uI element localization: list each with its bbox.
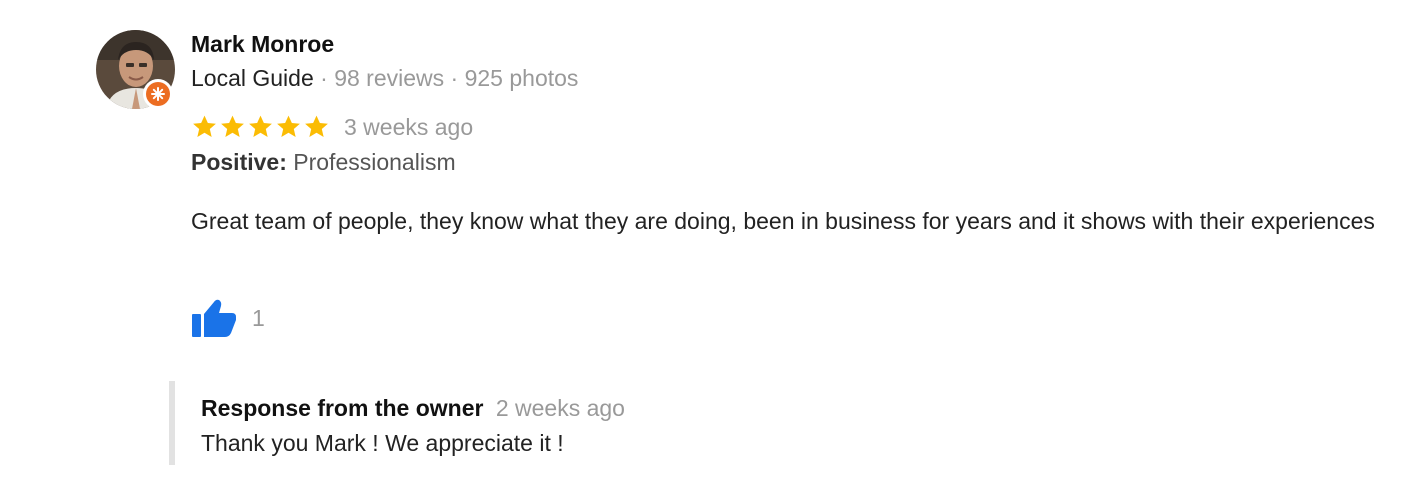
review-count: 98 reviews [334,65,445,91]
reviewer-meta: Local Guide · 98 reviews · 925 photos [191,65,578,92]
local-guide-badge [143,79,173,109]
local-guide-badge-icon [146,82,170,106]
star-icon [249,115,272,137]
star-icon [221,115,244,137]
attribute-value: Professionalism [293,149,456,175]
like-count: 1 [252,304,265,331]
response-header: Response from the owner 2 weeks ago [201,395,625,422]
star-rating [191,114,330,140]
owner-response: Response from the owner 2 weeks ago Than… [169,381,625,465]
rating-row: 3 weeks ago [191,112,473,142]
local-guide-label: Local Guide [191,65,314,91]
response-time: 2 weeks ago [495,395,625,421]
photo-count: 925 photos [464,65,579,91]
star-icon [305,115,328,137]
response-title: Response from the owner [201,395,484,421]
like-button[interactable] [191,296,239,340]
review-card: Mark Monroe Local Guide · 98 reviews · 9… [0,0,1413,481]
star-icon [193,115,216,137]
reviewer-name[interactable]: Mark Monroe [191,31,334,58]
meta-separator: · [313,65,335,91]
meta-separator: · [444,65,465,91]
review-attributes: Positive: Professionalism [191,149,456,176]
response-text: Thank you Mark ! We appreciate it ! [201,430,564,456]
like-row: 1 [191,296,265,340]
thumbs-up-icon [192,299,236,337]
attribute-label: Positive: [191,149,287,175]
star-icon [277,115,300,137]
review-time: 3 weeks ago [344,113,474,140]
review-text: Great team of people, they know what the… [191,208,1375,234]
